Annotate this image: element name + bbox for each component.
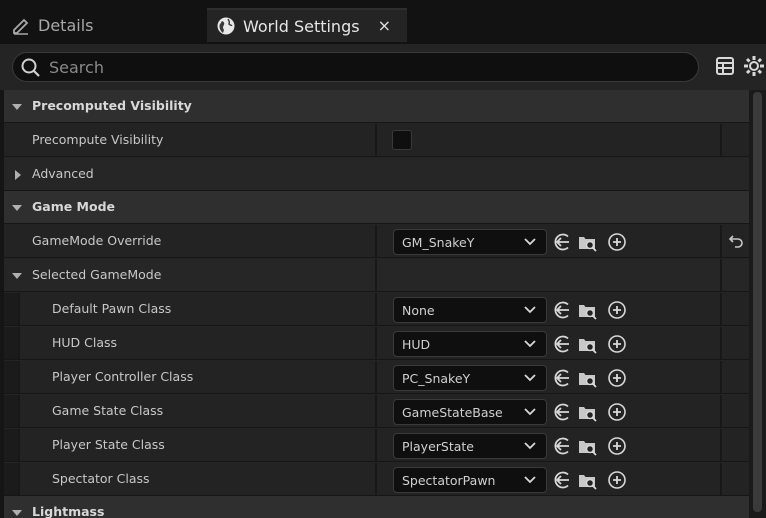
- folder-search-icon[interactable]: [577, 334, 597, 354]
- category-game-mode[interactable]: Game Mode: [4, 191, 749, 224]
- chevron-right-icon: [15, 170, 21, 180]
- folder-search-icon[interactable]: [577, 470, 597, 490]
- category-label: Advanced: [32, 166, 94, 181]
- property-row-class: Game State Class GameStateBase: [4, 395, 749, 428]
- chevron-down-icon: [524, 306, 536, 314]
- chevron-down-icon: [524, 340, 536, 348]
- folder-search-icon[interactable]: [577, 232, 597, 252]
- arrow-left-circle-icon[interactable]: [552, 402, 572, 422]
- property-row-class: Player State Class PlayerState: [4, 429, 749, 462]
- category-precomputed-visibility[interactable]: Precomputed Visibility: [4, 90, 749, 123]
- dropdown-value: GM_SnakeY: [402, 235, 475, 250]
- arrow-left-circle-icon[interactable]: [552, 334, 572, 354]
- search-input[interactable]: [49, 56, 669, 78]
- arrow-left-circle-icon[interactable]: [552, 232, 572, 252]
- plus-circle-icon[interactable]: [607, 436, 627, 456]
- property-row-class: Spectator Class SpectatorPawn: [4, 463, 749, 496]
- gamemode-override-dropdown[interactable]: GM_SnakeY: [393, 229, 547, 255]
- chevron-down-icon: [12, 104, 22, 110]
- folder-search-icon[interactable]: [577, 368, 597, 388]
- tab-world-settings-label: World Settings: [243, 16, 360, 36]
- property-row-class: Player Controller Class PC_SnakeY: [4, 361, 749, 394]
- class-dropdown[interactable]: HUD: [393, 331, 547, 357]
- property-label: HUD Class: [52, 335, 118, 350]
- pencil-icon: [10, 14, 32, 36]
- plus-circle-icon[interactable]: [607, 334, 627, 354]
- property-row-class: HUD Class HUD: [4, 327, 749, 360]
- property-label: Spectator Class: [52, 471, 150, 486]
- precompute-visibility-checkbox[interactable]: [392, 130, 412, 150]
- class-dropdown[interactable]: PC_SnakeY: [393, 365, 547, 391]
- tab-bar: Details World Settings ×: [0, 0, 766, 44]
- dropdown-value: PC_SnakeY: [402, 371, 471, 386]
- property-label: Game State Class: [52, 403, 164, 418]
- class-dropdown[interactable]: None: [393, 297, 547, 323]
- category-label: Game Mode: [32, 199, 116, 214]
- property-row-class: Default Pawn Class None: [4, 293, 749, 326]
- arrow-left-circle-icon[interactable]: [552, 436, 572, 456]
- search-box[interactable]: [12, 52, 699, 82]
- tab-details-label: Details: [38, 15, 94, 35]
- category-selected-gamemode[interactable]: Selected GameMode: [4, 259, 749, 292]
- class-dropdown[interactable]: PlayerState: [393, 433, 547, 459]
- chevron-down-icon: [524, 476, 536, 484]
- chevron-down-icon: [524, 442, 536, 450]
- arrow-left-circle-icon[interactable]: [552, 470, 572, 490]
- plus-circle-icon[interactable]: [607, 368, 627, 388]
- search-icon: [20, 57, 42, 83]
- tab-world-settings[interactable]: World Settings ×: [207, 8, 407, 42]
- property-label: Default Pawn Class: [52, 301, 172, 316]
- scrollbar[interactable]: [749, 90, 766, 518]
- folder-search-icon[interactable]: [577, 436, 597, 456]
- details-panel: Precomputed Visibility Precompute Visibi…: [4, 90, 749, 518]
- dropdown-value: SpectatorPawn: [402, 473, 496, 488]
- chevron-down-icon: [524, 238, 536, 246]
- globe-icon: [215, 15, 237, 37]
- plus-circle-icon[interactable]: [607, 402, 627, 422]
- plus-circle-icon[interactable]: [607, 470, 627, 490]
- close-icon[interactable]: ×: [378, 16, 391, 35]
- chevron-down-icon: [12, 273, 22, 279]
- dropdown-value: HUD: [402, 337, 431, 352]
- chevron-down-icon: [12, 205, 22, 211]
- plus-circle-icon[interactable]: [607, 232, 627, 252]
- folder-search-icon[interactable]: [577, 402, 597, 422]
- chevron-down-icon: [12, 510, 22, 516]
- folder-search-icon[interactable]: [577, 300, 597, 320]
- category-advanced[interactable]: Advanced: [4, 158, 749, 191]
- tab-details[interactable]: Details: [0, 8, 205, 42]
- property-label: Precompute Visibility: [32, 132, 164, 147]
- category-label: Lightmass: [32, 504, 105, 518]
- scrollbar-thumb[interactable]: [753, 92, 762, 512]
- category-label: Precomputed Visibility: [32, 98, 192, 113]
- gear-icon[interactable]: [743, 55, 765, 81]
- property-label: GameMode Override: [32, 233, 162, 248]
- reset-arrow-icon[interactable]: [728, 233, 744, 249]
- chevron-down-icon: [524, 408, 536, 416]
- property-row-precompute-visibility: Precompute Visibility: [4, 124, 749, 157]
- arrow-left-circle-icon[interactable]: [552, 300, 572, 320]
- property-label: Player State Class: [52, 437, 165, 452]
- class-dropdown[interactable]: GameStateBase: [393, 399, 547, 425]
- arrow-left-circle-icon[interactable]: [552, 368, 572, 388]
- chevron-down-icon: [524, 374, 536, 382]
- world-settings-window: Details World Settings × Precomp: [0, 0, 766, 518]
- plus-circle-icon[interactable]: [607, 300, 627, 320]
- property-label: Player Controller Class: [52, 369, 194, 384]
- search-bar: [0, 44, 766, 90]
- dropdown-value: None: [402, 303, 435, 318]
- category-lightmass[interactable]: Lightmass: [4, 496, 749, 518]
- class-dropdown[interactable]: SpectatorPawn: [393, 467, 547, 493]
- dropdown-value: PlayerState: [402, 439, 474, 454]
- dropdown-value: GameStateBase: [402, 405, 503, 420]
- table-icon[interactable]: [715, 56, 735, 80]
- category-label: Selected GameMode: [32, 267, 162, 282]
- property-row-gamemode-override: GameMode Override GM_SnakeY: [4, 225, 749, 258]
